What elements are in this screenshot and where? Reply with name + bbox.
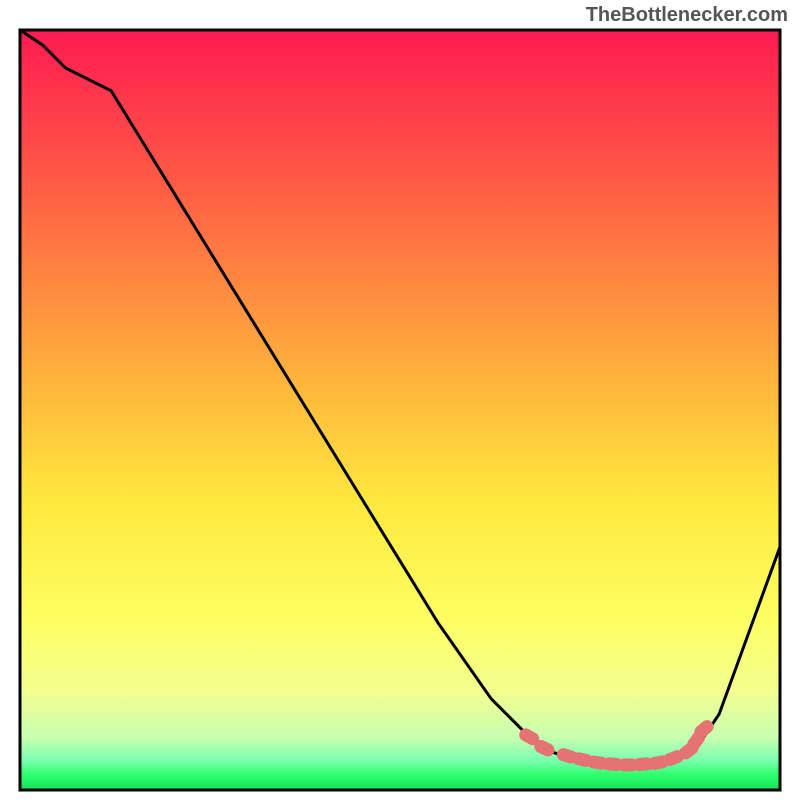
attribution-text: TheBottlenecker.com xyxy=(586,4,788,27)
chart-root: TheBottlenecker.com xyxy=(0,0,800,800)
plot-background xyxy=(20,30,780,790)
bottleneck-chart xyxy=(0,0,800,800)
